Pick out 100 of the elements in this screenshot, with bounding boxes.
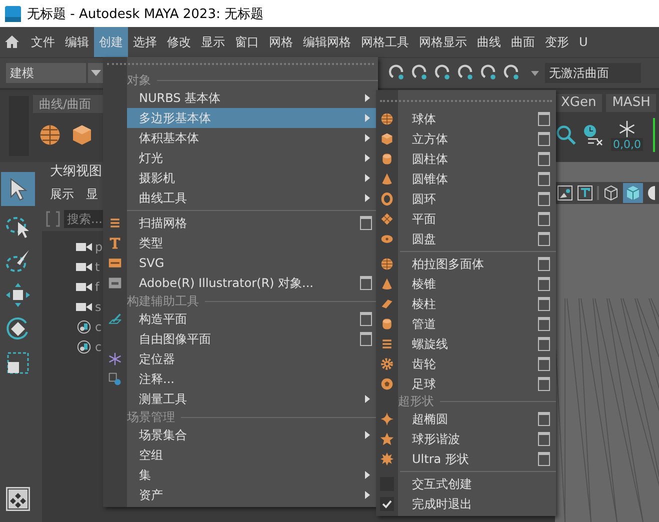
menu-item[interactable]: 足球 xyxy=(376,374,556,394)
menu-item[interactable]: 棱柱 xyxy=(376,294,556,314)
option-box[interactable] xyxy=(538,297,550,311)
menu-bar-item[interactable]: 曲面 xyxy=(506,27,540,57)
menu-bar-item[interactable]: 变形 xyxy=(540,27,574,57)
menu-item[interactable]: 自由图像平面 xyxy=(103,329,378,349)
menu-bar-item[interactable]: 编辑网格 xyxy=(298,27,356,57)
menu-item[interactable]: SVG xyxy=(103,253,378,273)
menu-item[interactable]: Adobe(R) Illustrator(R) 对象... xyxy=(103,273,378,293)
menu-item[interactable]: 交互式创建 xyxy=(412,476,556,492)
outliner-item[interactable]: s xyxy=(95,300,102,314)
menu-item[interactable]: 完成时退出 xyxy=(412,496,556,512)
option-box[interactable] xyxy=(538,337,550,351)
menu-item[interactable]: 场景集合 xyxy=(103,425,378,445)
menu-item[interactable]: 管道 xyxy=(376,314,556,334)
outliner-item[interactable]: p xyxy=(95,240,103,254)
menu-bar-item[interactable]: U xyxy=(574,27,593,57)
menu-item[interactable]: 超椭圆 xyxy=(376,409,556,429)
menu-item[interactable]: 圆环 xyxy=(376,189,556,209)
scale-tool-icon[interactable] xyxy=(5,350,31,376)
option-box[interactable] xyxy=(538,357,550,371)
outliner-item[interactable]: f xyxy=(95,280,100,294)
menu-item[interactable]: 球体 xyxy=(376,109,556,129)
option-box[interactable] xyxy=(538,212,550,226)
magnifier-icon[interactable] xyxy=(555,124,577,146)
option-box[interactable] xyxy=(538,257,550,271)
menu-item[interactable]: 资产 xyxy=(103,485,378,505)
menu-item[interactable]: 体积基本体 xyxy=(103,128,378,148)
cube-icon[interactable] xyxy=(70,123,94,147)
surface-field[interactable]: 无激活曲面 xyxy=(545,63,641,83)
menu-item[interactable]: NURBS 基本体 xyxy=(103,88,378,108)
menu-item[interactable]: 注释... xyxy=(103,369,378,389)
menu-bar-item[interactable]: 显示 xyxy=(196,27,230,57)
menu-item[interactable]: 立方体 xyxy=(376,129,556,149)
lasso-tool-icon[interactable] xyxy=(5,214,31,240)
clock-icon[interactable] xyxy=(583,124,605,146)
shelf-tab[interactable]: MASH xyxy=(606,94,656,112)
menu-item[interactable]: Ultra 形状 xyxy=(376,449,556,469)
menu-item[interactable]: 定位器 xyxy=(103,349,378,369)
image-icon[interactable] xyxy=(557,185,573,201)
menu-item[interactable]: 类型 xyxy=(103,233,378,253)
option-box[interactable] xyxy=(538,317,550,331)
option-box[interactable] xyxy=(538,377,550,391)
shelf-tab[interactable]: 曲线/曲面 xyxy=(33,95,105,113)
option-box[interactable] xyxy=(538,172,550,186)
dropdown-button[interactable] xyxy=(88,63,104,83)
option-box[interactable] xyxy=(360,276,372,290)
sphere-icon[interactable] xyxy=(38,123,62,147)
layout-icon[interactable] xyxy=(5,486,31,512)
caret-icon[interactable] xyxy=(531,70,539,76)
option-box[interactable] xyxy=(360,216,372,230)
outliner-menu-item[interactable]: 显 xyxy=(86,186,98,203)
menu-item[interactable]: 构造平面 xyxy=(103,309,378,329)
option-box[interactable] xyxy=(538,452,550,466)
bracket-icon[interactable] xyxy=(46,211,60,227)
menu-item[interactable]: 球形谐波 xyxy=(376,429,556,449)
option-box[interactable] xyxy=(360,312,372,326)
menu-bar-item[interactable]: 编辑 xyxy=(60,27,94,57)
option-box[interactable] xyxy=(360,332,372,346)
option-box[interactable] xyxy=(538,432,550,446)
menu-item[interactable]: 圆锥体 xyxy=(376,169,556,189)
mode-dropdown[interactable]: 建模 xyxy=(6,63,86,83)
menu-bar-item[interactable]: 曲线 xyxy=(472,27,506,57)
text-icon[interactable] xyxy=(577,185,593,201)
menu-item[interactable]: 曲线工具 xyxy=(103,188,378,208)
menu-item[interactable]: 圆盘 xyxy=(376,229,556,249)
menu-item[interactable]: 摄影机 xyxy=(103,168,378,188)
menu-bar-item[interactable]: 窗口 xyxy=(230,27,264,57)
menu-bar-item[interactable]: 网格显示 xyxy=(414,27,472,57)
option-box[interactable] xyxy=(538,412,550,426)
option-box[interactable] xyxy=(538,192,550,206)
option-box[interactable] xyxy=(538,277,550,291)
menu-bar-item[interactable]: 文件 xyxy=(26,27,60,57)
menu-item[interactable]: 空组 xyxy=(103,445,378,465)
menu-bar-item[interactable]: 修改 xyxy=(162,27,196,57)
shelf-tab[interactable]: XGen xyxy=(555,94,602,112)
wireframe-cube-icon[interactable] xyxy=(603,185,619,201)
home-icon[interactable] xyxy=(4,34,20,50)
checkbox[interactable] xyxy=(380,497,394,511)
menu-item[interactable]: 齿轮 xyxy=(376,354,556,374)
menu-item[interactable]: 灯光 xyxy=(103,148,378,168)
outliner-item[interactable]: t xyxy=(95,260,100,274)
menu-item[interactable]: 棱锥 xyxy=(376,274,556,294)
menu-item[interactable]: 集 xyxy=(103,465,378,485)
menu-bar-item[interactable]: 选择 xyxy=(128,27,162,57)
menu-item[interactable]: 测量工具 xyxy=(103,389,378,409)
snowflake-icon[interactable] xyxy=(618,120,636,138)
menu-item[interactable]: 柏拉图多面体 xyxy=(376,254,556,274)
menu-bar-item[interactable]: 网格工具 xyxy=(356,27,414,57)
outliner-item[interactable]: c xyxy=(95,320,102,334)
option-box[interactable] xyxy=(538,112,550,126)
move-tool-icon[interactable] xyxy=(5,282,31,308)
outliner-item[interactable]: c xyxy=(95,340,102,354)
menu-item[interactable]: 圆柱体 xyxy=(376,149,556,169)
option-box[interactable] xyxy=(538,232,550,246)
select-tool-button[interactable] xyxy=(1,172,35,206)
menu-item[interactable]: 平面 xyxy=(376,209,556,229)
menu-item[interactable]: 螺旋线 xyxy=(376,334,556,354)
option-box[interactable] xyxy=(538,132,550,146)
menu-bar-item[interactable]: 网格 xyxy=(264,27,298,57)
